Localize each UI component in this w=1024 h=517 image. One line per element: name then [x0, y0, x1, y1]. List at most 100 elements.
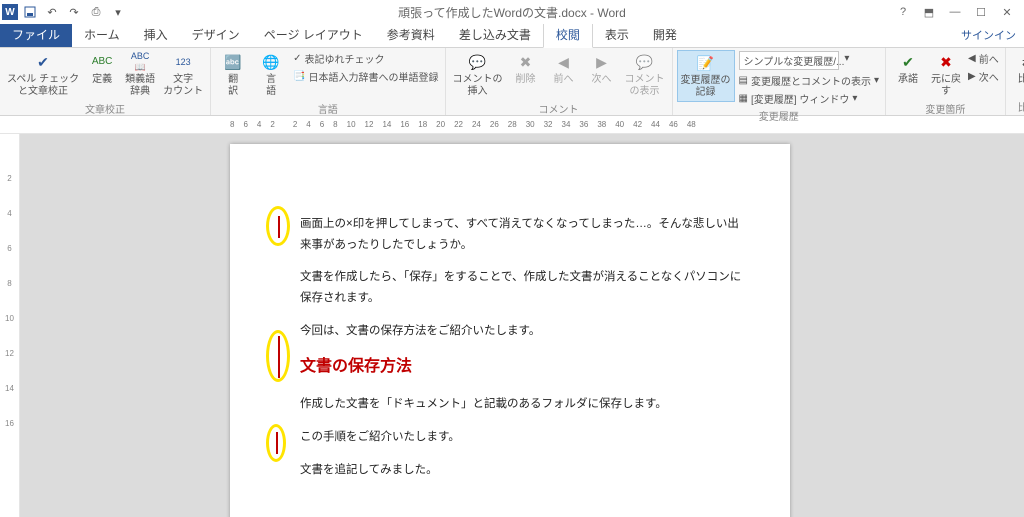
document-area: 246810121416 画面上の×印を押してしまって、すべて消えてなくなってし… — [0, 134, 1024, 517]
quick-access-toolbar: W ↶ ↷ ⎙ ▾ — [0, 2, 128, 22]
group-tracking: 📝変更履歴の 記録 シンプルな変更履歴/...▾ ▤変更履歴とコメントの表示 ▾… — [673, 48, 886, 115]
accept-icon: ✔ — [898, 52, 918, 72]
redo-icon[interactable]: ↷ — [64, 2, 84, 22]
translate-button[interactable]: 🔤 翻 訳 — [215, 50, 251, 100]
fluctuation-check-button[interactable]: ✓表記ゆれチェック — [291, 50, 440, 67]
paragraph[interactable]: 文書を追記してみました。 — [300, 460, 748, 481]
tab-view[interactable]: 表示 — [593, 22, 641, 47]
paragraph[interactable]: 画面上の×印を押してしまって、すべて消えてなくなってしまった…。そんな悲しい出来… — [300, 214, 748, 255]
compare-icon: ⇄ — [1018, 52, 1024, 72]
language-label: 言 語 — [266, 74, 276, 98]
minimize-icon[interactable]: — — [942, 2, 968, 22]
ime-icon: 📑 — [293, 71, 305, 82]
help-icon[interactable]: ? — [890, 2, 916, 22]
group-proofing-label: 文章校正 — [4, 100, 206, 117]
compare-button[interactable]: ⇄ 比較 — [1010, 50, 1024, 88]
translate-label: 翻 訳 — [228, 74, 238, 98]
tab-dev[interactable]: 開発 — [641, 22, 689, 47]
accept-label: 承諾 — [898, 74, 918, 86]
reject-button[interactable]: ✖元に戻す — [928, 50, 964, 100]
translate-icon: 🔤 — [223, 52, 243, 72]
next-comment-button[interactable]: ▶ 次へ — [584, 50, 620, 88]
thesaurus-button[interactable]: ABC📖類義語 辞典 — [122, 50, 158, 100]
ribbon: ✔スペル チェック と文章校正 ABC 定義 ABC📖類義語 辞典 123文字 カ… — [0, 48, 1024, 116]
wordcount-button[interactable]: 123文字 カウント — [160, 50, 206, 100]
ribbon-options-icon[interactable]: ⬒ — [916, 2, 942, 22]
show-comments-button[interactable]: 💬コメント の表示 — [622, 50, 668, 100]
check-icon: ✔ — [33, 52, 53, 72]
reviewing-pane-label: [変更履歴] ウィンドウ — [751, 91, 849, 106]
print-icon[interactable]: ⎙ — [86, 2, 106, 22]
vertical-ruler[interactable]: 246810121416 — [0, 134, 20, 517]
qat-more-icon[interactable]: ▾ — [108, 2, 128, 22]
new-comment-button[interactable]: 💬コメントの 挿入 — [450, 50, 506, 100]
language-button[interactable]: 🌐 言 語 — [253, 50, 289, 100]
heading[interactable]: 文書の保存方法 — [300, 353, 748, 382]
prev-comment-button[interactable]: ◀前へ — [546, 50, 582, 88]
tab-mailmerge[interactable]: 差し込み文書 — [447, 22, 543, 47]
group-changes: ✔承諾 ✖元に戻す ◀前へ ▶次へ 変更箇所 — [886, 48, 1006, 115]
ribbon-tabs: ファイル ホーム 挿入 デザイン ページ レイアウト 参考資料 差し込み文書 校… — [0, 24, 1024, 48]
tab-design[interactable]: デザイン — [180, 22, 252, 47]
compare-label: 比較 — [1018, 74, 1024, 86]
track-icon: 📝 — [696, 53, 716, 73]
spellcheck-button[interactable]: ✔スペル チェック と文章校正 — [4, 50, 82, 100]
prev-change-label: 前へ — [979, 51, 999, 66]
show-markup-button[interactable]: ▤変更履歴とコメントの表示 ▾ — [737, 72, 881, 89]
save-icon[interactable] — [20, 2, 40, 22]
paragraph[interactable]: 文書を作成したら、「保存」をすることで、作成した文書が消えることなくパソコンに保… — [300, 267, 748, 308]
group-language: 🔤翻 訳 🌐言 語 ✓表記ゆれチェック 📑日本語入力辞書への単語登録 言語 — [211, 48, 445, 115]
tab-home[interactable]: ホーム — [72, 22, 132, 47]
close-icon[interactable]: ✕ — [994, 2, 1020, 22]
comment-new-icon: 💬 — [468, 52, 488, 72]
paragraph[interactable]: 今回は、文書の保存方法をご紹介いたします。 — [300, 321, 748, 342]
group-tracking-label: 変更履歴 — [677, 107, 881, 124]
sign-in-link[interactable]: サインイン — [953, 23, 1024, 47]
change-line[interactable] — [278, 336, 280, 378]
reviewing-pane-button[interactable]: ▦[変更履歴] ウィンドウ ▾ — [737, 90, 881, 107]
group-proofing: ✔スペル チェック と文章校正 ABC 定義 ABC📖類義語 辞典 123文字 カ… — [0, 48, 211, 115]
window-title: 頑張って作成したWordの文書.docx - Word — [398, 4, 626, 21]
word-icon: W — [2, 4, 18, 20]
define-button[interactable]: ABC 定義 — [84, 50, 120, 88]
globe-icon: 🌐 — [261, 52, 281, 72]
prev-comment-label: 前へ — [554, 74, 574, 86]
reject-icon: ✖ — [936, 52, 956, 72]
show-markup-label: 変更履歴とコメントの表示 — [751, 73, 871, 88]
paragraph[interactable]: 作成した文書を「ドキュメント」と記載のあるフォルダに保存します。 — [300, 394, 748, 415]
change-line[interactable] — [278, 216, 280, 238]
tab-review[interactable]: 校閲 — [543, 21, 593, 48]
next-change-button[interactable]: ▶次へ — [966, 68, 1001, 85]
document-page[interactable]: 画面上の×印を押してしまって、すべて消えてなくなってしまった…。そんな悲しい出来… — [230, 144, 790, 517]
delete-comment-button[interactable]: ✖削除 — [508, 50, 544, 88]
group-compare-label: 比較 — [1010, 98, 1024, 115]
maximize-icon[interactable]: ☐ — [968, 2, 994, 22]
markup-icon: ▤ — [739, 75, 748, 86]
change-line[interactable] — [276, 432, 278, 454]
group-comments-label: コメント — [450, 100, 668, 117]
fluct-label: 表記ゆれチェック — [304, 51, 384, 66]
paragraph[interactable]: この手順をご紹介いたします。 — [300, 427, 748, 448]
display-for-review-dropdown[interactable]: シンプルな変更履歴/...▾ — [737, 50, 881, 71]
define-label: 定義 — [92, 74, 112, 86]
tab-insert[interactable]: 挿入 — [132, 22, 180, 47]
display-dropdown-value: シンプルな変更履歴/... — [744, 53, 845, 68]
undo-icon[interactable]: ↶ — [42, 2, 62, 22]
track-changes-button[interactable]: 📝変更履歴の 記録 — [677, 50, 735, 102]
ime-register-button[interactable]: 📑日本語入力辞書への単語登録 — [291, 68, 440, 85]
fluct-icon: ✓ — [293, 53, 301, 64]
abc-book-icon: ABC — [92, 52, 112, 72]
prev-change-button[interactable]: ◀前へ — [966, 50, 1001, 67]
comment-delete-icon: ✖ — [516, 52, 536, 72]
tab-references[interactable]: 参考資料 — [375, 22, 447, 47]
next-icon: ▶ — [592, 52, 612, 72]
chevron-down-icon: ▾ — [844, 53, 849, 68]
pane-icon: ▦ — [739, 93, 748, 104]
next-comment-label: 次へ — [592, 74, 612, 86]
tab-file[interactable]: ファイル — [0, 22, 72, 47]
document-content: 画面上の×印を押してしまって、すべて消えてなくなってしまった…。そんな悲しい出来… — [230, 144, 790, 480]
group-comments: 💬コメントの 挿入 ✖削除 ◀前へ ▶ 次へ 💬コメント の表示 コメント — [446, 48, 673, 115]
tab-layout[interactable]: ページ レイアウト — [252, 22, 375, 47]
group-compare: ⇄ 比較 比較 — [1006, 48, 1024, 115]
accept-button[interactable]: ✔ 承諾 — [890, 50, 926, 88]
